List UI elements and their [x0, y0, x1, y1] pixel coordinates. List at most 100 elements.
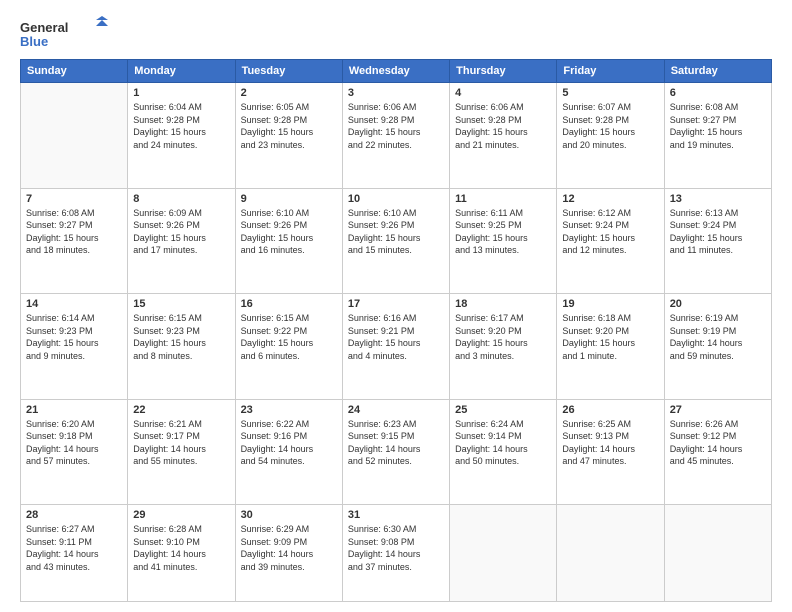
day-number: 9: [241, 193, 337, 205]
day-number: 28: [26, 509, 122, 521]
calendar-cell: [557, 505, 664, 602]
calendar-header-monday: Monday: [128, 60, 235, 83]
day-info: Sunrise: 6:07 AM Sunset: 9:28 PM Dayligh…: [562, 101, 658, 151]
day-number: 12: [562, 193, 658, 205]
day-info: Sunrise: 6:08 AM Sunset: 9:27 PM Dayligh…: [670, 101, 766, 151]
calendar-header-saturday: Saturday: [664, 60, 771, 83]
day-number: 19: [562, 298, 658, 310]
day-info: Sunrise: 6:21 AM Sunset: 9:17 PM Dayligh…: [133, 418, 229, 468]
day-info: Sunrise: 6:17 AM Sunset: 9:20 PM Dayligh…: [455, 312, 551, 362]
calendar-cell: 2Sunrise: 6:05 AM Sunset: 9:28 PM Daylig…: [235, 83, 342, 189]
day-number: 23: [241, 404, 337, 416]
svg-text:Blue: Blue: [20, 34, 48, 49]
day-info: Sunrise: 6:18 AM Sunset: 9:20 PM Dayligh…: [562, 312, 658, 362]
day-info: Sunrise: 6:13 AM Sunset: 9:24 PM Dayligh…: [670, 207, 766, 257]
calendar-cell: 10Sunrise: 6:10 AM Sunset: 9:26 PM Dayli…: [342, 188, 449, 294]
day-number: 3: [348, 87, 444, 99]
calendar-cell: 4 Sunrise: 6:06 AM Sunset: 9:28 PM Daylig…: [450, 83, 557, 189]
calendar-week-row: 28 Sunrise: 6:27 AM Sunset: 9:11 PM Dayli…: [21, 505, 772, 602]
calendar-cell: 6 Sunrise: 6:08 AM Sunset: 9:27 PM Daylig…: [664, 83, 771, 189]
day-info: Sunrise: 6:15 AM Sunset: 9:23 PM Dayligh…: [133, 312, 229, 362]
calendar-cell: [21, 83, 128, 189]
day-number: 21: [26, 404, 122, 416]
calendar-cell: 25 Sunrise: 6:24 AM Sunset: 9:14 PM Dayli…: [450, 399, 557, 505]
calendar-cell: 27 Sunrise: 6:26 AM Sunset: 9:12 PM Dayli…: [664, 399, 771, 505]
day-number: 4: [455, 87, 551, 99]
header: General Blue: [20, 16, 772, 51]
calendar-cell: 20 Sunrise: 6:19 AM Sunset: 9:19 PM Dayli…: [664, 294, 771, 400]
day-info: Sunrise: 6:28 AM Sunset: 9:10 PM Dayligh…: [133, 523, 229, 573]
day-number: 5: [562, 87, 658, 99]
calendar-header-wednesday: Wednesday: [342, 60, 449, 83]
calendar-cell: 19 Sunrise: 6:18 AM Sunset: 9:20 PM Dayli…: [557, 294, 664, 400]
calendar-cell: 29 Sunrise: 6:28 AM Sunset: 9:10 PM Dayli…: [128, 505, 235, 602]
day-info: Sunrise: 6:25 AM Sunset: 9:13 PM Dayligh…: [562, 418, 658, 468]
day-number: 17: [348, 298, 444, 310]
day-info: Sunrise: 6:23 AM Sunset: 9:15 PM Dayligh…: [348, 418, 444, 468]
day-info: Sunrise: 6:11 AM Sunset: 9:25 PM Dayligh…: [455, 207, 551, 257]
day-info: Sunrise: 6:06 AM Sunset: 9:28 PM Dayligh…: [455, 101, 551, 151]
calendar-header-row: SundayMondayTuesdayWednesdayThursdayFrid…: [21, 60, 772, 83]
day-info: Sunrise: 6:12 AM Sunset: 9:24 PM Dayligh…: [562, 207, 658, 257]
day-info: Sunrise: 6:27 AM Sunset: 9:11 PM Dayligh…: [26, 523, 122, 573]
day-info: Sunrise: 6:19 AM Sunset: 9:19 PM Dayligh…: [670, 312, 766, 362]
day-info: Sunrise: 6:24 AM Sunset: 9:14 PM Dayligh…: [455, 418, 551, 468]
calendar-cell: 14Sunrise: 6:14 AM Sunset: 9:23 PM Dayli…: [21, 294, 128, 400]
calendar-header-tuesday: Tuesday: [235, 60, 342, 83]
day-number: 24: [348, 404, 444, 416]
calendar-cell: 30Sunrise: 6:29 AM Sunset: 9:09 PM Dayli…: [235, 505, 342, 602]
calendar-table: SundayMondayTuesdayWednesdayThursdayFrid…: [20, 59, 772, 602]
day-number: 16: [241, 298, 337, 310]
day-number: 22: [133, 404, 229, 416]
day-number: 8: [133, 193, 229, 205]
day-number: 18: [455, 298, 551, 310]
day-number: 31: [348, 509, 444, 521]
calendar-cell: 28 Sunrise: 6:27 AM Sunset: 9:11 PM Dayli…: [21, 505, 128, 602]
day-number: 26: [562, 404, 658, 416]
calendar-cell: 18 Sunrise: 6:17 AM Sunset: 9:20 PM Dayli…: [450, 294, 557, 400]
calendar-cell: 13 Sunrise: 6:13 AM Sunset: 9:24 PM Dayli…: [664, 188, 771, 294]
day-info: Sunrise: 6:22 AM Sunset: 9:16 PM Dayligh…: [241, 418, 337, 468]
day-info: Sunrise: 6:29 AM Sunset: 9:09 PM Dayligh…: [241, 523, 337, 573]
page: General Blue SundayMondayTuesdayWednesda…: [0, 0, 792, 612]
calendar-header-sunday: Sunday: [21, 60, 128, 83]
calendar-cell: [450, 505, 557, 602]
day-info: Sunrise: 6:26 AM Sunset: 9:12 PM Dayligh…: [670, 418, 766, 468]
calendar-week-row: 7 Sunrise: 6:08 AM Sunset: 9:27 PM Daylig…: [21, 188, 772, 294]
day-number: 11: [455, 193, 551, 205]
calendar-cell: 9 Sunrise: 6:10 AM Sunset: 9:26 PM Daylig…: [235, 188, 342, 294]
day-number: 1: [133, 87, 229, 99]
calendar-cell: 22 Sunrise: 6:21 AM Sunset: 9:17 PM Dayli…: [128, 399, 235, 505]
calendar-cell: 16Sunrise: 6:15 AM Sunset: 9:22 PM Dayli…: [235, 294, 342, 400]
day-number: 25: [455, 404, 551, 416]
calendar-cell: 7 Sunrise: 6:08 AM Sunset: 9:27 PM Daylig…: [21, 188, 128, 294]
calendar-cell: 8 Sunrise: 6:09 AM Sunset: 9:26 PM Daylig…: [128, 188, 235, 294]
calendar-cell: 3 Sunrise: 6:06 AM Sunset: 9:28 PM Daylig…: [342, 83, 449, 189]
day-number: 6: [670, 87, 766, 99]
calendar-cell: 26 Sunrise: 6:25 AM Sunset: 9:13 PM Dayli…: [557, 399, 664, 505]
calendar-week-row: 21Sunrise: 6:20 AM Sunset: 9:18 PM Dayli…: [21, 399, 772, 505]
calendar-cell: 17 Sunrise: 6:16 AM Sunset: 9:21 PM Dayli…: [342, 294, 449, 400]
day-number: 7: [26, 193, 122, 205]
day-info: Sunrise: 6:10 AM Sunset: 9:26 PM Dayligh…: [241, 207, 337, 257]
day-info: Sunrise: 6:16 AM Sunset: 9:21 PM Dayligh…: [348, 312, 444, 362]
calendar-cell: 5 Sunrise: 6:07 AM Sunset: 9:28 PM Daylig…: [557, 83, 664, 189]
day-number: 29: [133, 509, 229, 521]
day-info: Sunrise: 6:06 AM Sunset: 9:28 PM Dayligh…: [348, 101, 444, 151]
calendar-cell: 24 Sunrise: 6:23 AM Sunset: 9:15 PM Dayli…: [342, 399, 449, 505]
day-number: 10: [348, 193, 444, 205]
day-info: Sunrise: 6:08 AM Sunset: 9:27 PM Dayligh…: [26, 207, 122, 257]
day-number: 13: [670, 193, 766, 205]
day-info: Sunrise: 6:04 AM Sunset: 9:28 PM Dayligh…: [133, 101, 229, 151]
day-info: Sunrise: 6:09 AM Sunset: 9:26 PM Dayligh…: [133, 207, 229, 257]
calendar-cell: 1 Sunrise: 6:04 AM Sunset: 9:28 PM Daylig…: [128, 83, 235, 189]
calendar-cell: 12 Sunrise: 6:12 AM Sunset: 9:24 PM Dayli…: [557, 188, 664, 294]
day-number: 27: [670, 404, 766, 416]
day-number: 2: [241, 87, 337, 99]
calendar-cell: 21Sunrise: 6:20 AM Sunset: 9:18 PM Dayli…: [21, 399, 128, 505]
calendar-week-row: 14Sunrise: 6:14 AM Sunset: 9:23 PM Dayli…: [21, 294, 772, 400]
day-info: Sunrise: 6:30 AM Sunset: 9:08 PM Dayligh…: [348, 523, 444, 573]
logo-svg: General Blue: [20, 16, 110, 51]
day-number: 20: [670, 298, 766, 310]
calendar-cell: 11 Sunrise: 6:11 AM Sunset: 9:25 PM Dayli…: [450, 188, 557, 294]
